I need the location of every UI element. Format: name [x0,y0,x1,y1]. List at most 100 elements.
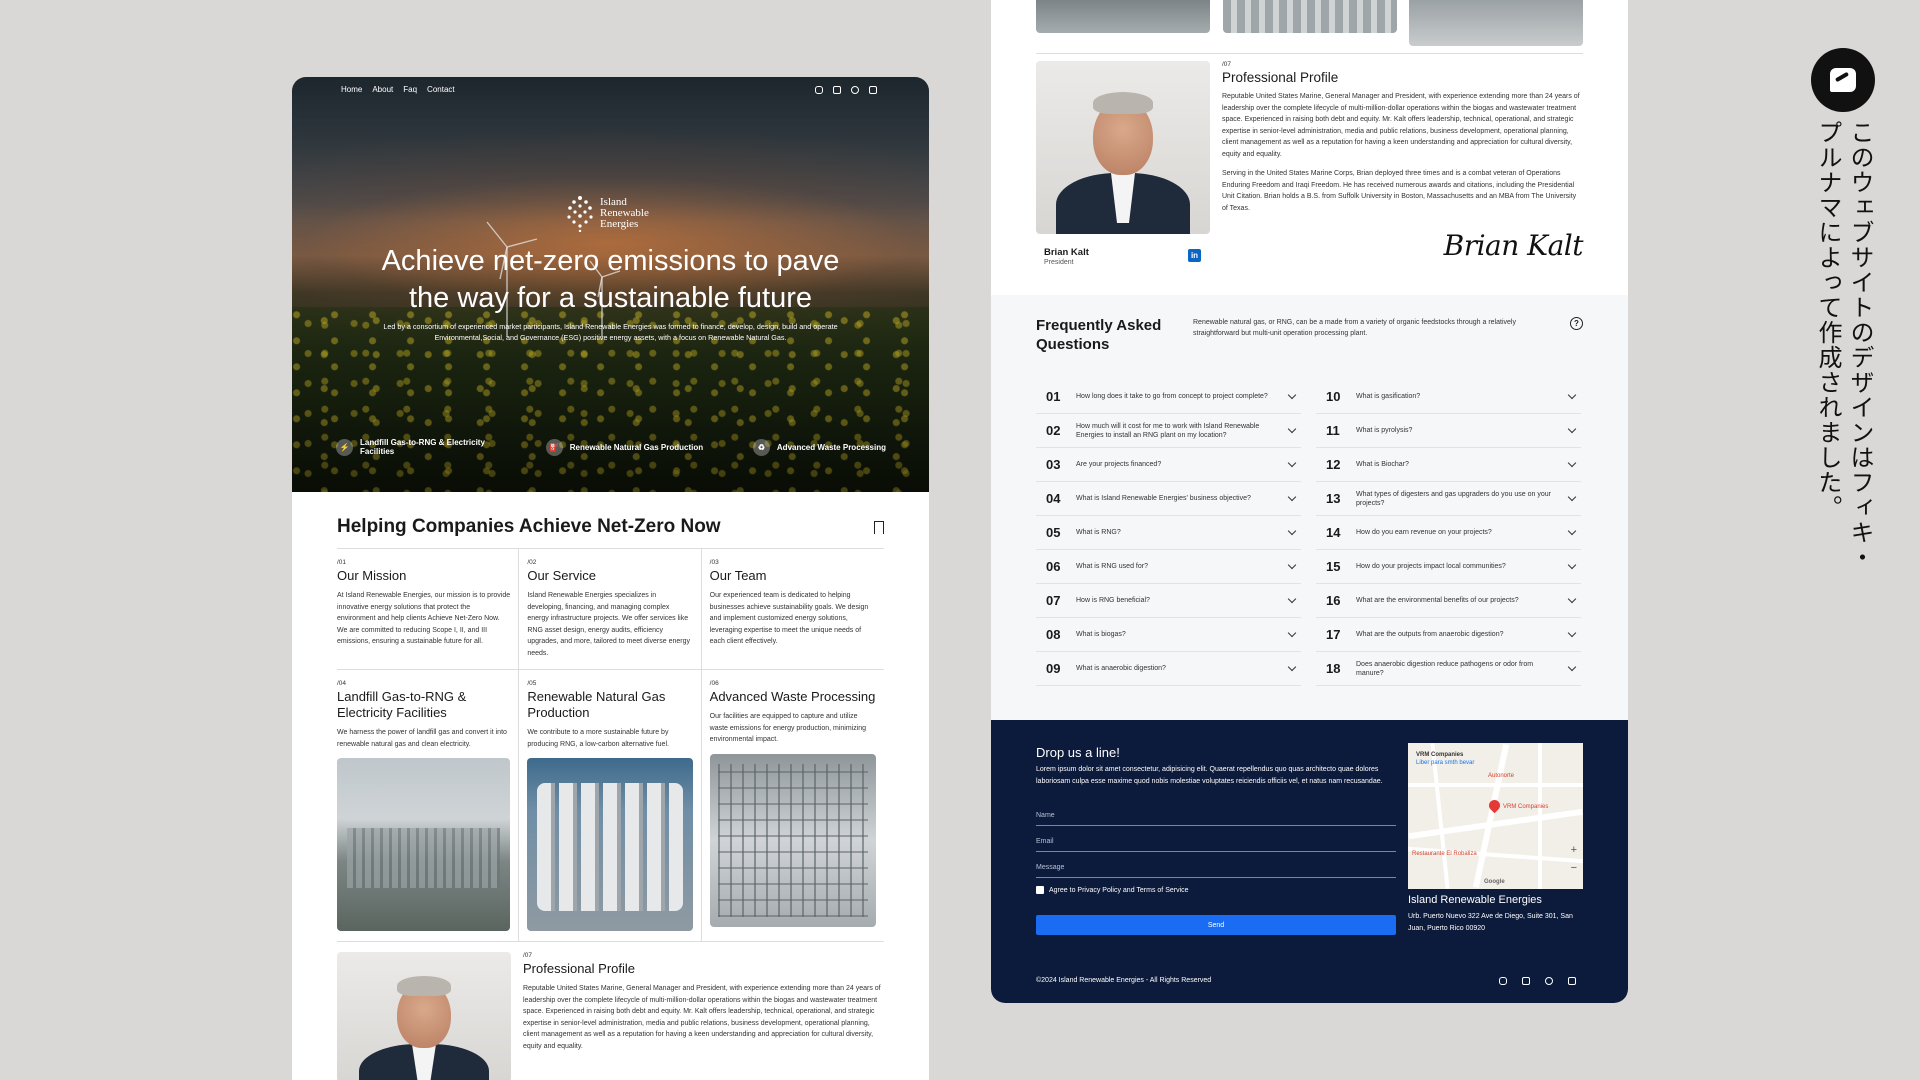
faq-item[interactable]: 16 What are the environmental benefits of… [1316,584,1581,618]
zoom-in-button[interactable]: + [1571,841,1577,859]
hero-features: ⚡ Landfill Gas-to-RNG & Electricity Faci… [336,438,886,456]
top-image-strip [1036,0,1583,46]
footer-social-links [1499,977,1576,985]
signature: Brian Kalt [1443,229,1584,262]
faq-item[interactable]: 18 Does anaerobic digestion reduce pathog… [1316,652,1581,686]
rng-tanks-image [527,758,693,931]
hero-title: Achieve net-zero emissions to pave the w… [381,245,840,314]
chevron-down-icon [1287,628,1297,638]
twitter-icon[interactable] [1545,977,1553,985]
website-preview-left: Home About Faq Contact Island Renewable … [292,77,929,1080]
faq-item[interactable]: 03 Are your projects financed? [1036,448,1301,482]
nav-about[interactable]: About [372,85,393,94]
send-button[interactable]: Send [1036,915,1396,935]
faq-item[interactable]: 15 How do your projects impact local comm… [1316,550,1581,584]
facility-image-3 [1409,0,1583,46]
faq-column-2: 10 What is gasification? 11 What is pyroly… [1316,380,1581,686]
faq-column-1: 01 How long does it take to go from conce… [1036,380,1301,686]
location-map[interactable]: VRM Companies Liber para smth bevar Auto… [1408,743,1583,889]
info-cards-row1: /01 Our Mission At Island Renewable Ener… [337,549,884,669]
map-pin-label: VRM Companies [1503,804,1549,810]
top-nav: Home About Faq Contact [341,85,455,94]
profile-paragraph-1: Reputable United States Marine, General … [1222,93,1580,158]
instagram-icon[interactable] [815,86,823,94]
map-poi-restaurant: Restaurante El Robaliza [1412,851,1477,857]
nav-contact[interactable]: Contact [427,85,455,94]
landfill-facility-image [337,758,511,931]
map-poi-autonorte: Autonorte [1488,773,1515,779]
chevron-down-icon [1287,492,1297,502]
chevron-down-icon [1287,458,1297,468]
section-title: Helping Companies Achieve Net-Zero Now [337,516,721,537]
instagram-icon[interactable] [1499,977,1507,985]
company-address: Urb. Puerto Nuevo 322 Ave de Diego, Suit… [1408,913,1573,932]
chevron-down-icon [1567,390,1577,400]
feature-landfill: ⚡ Landfill Gas-to-RNG & Electricity Faci… [336,438,496,456]
profile-role: President [1044,259,1074,266]
linkedin-icon[interactable] [1568,977,1576,985]
logo-dots-icon [567,196,593,232]
nav-faq[interactable]: Faq [403,85,417,94]
faq-item[interactable]: 10 What is gasification? [1316,380,1581,414]
agree-checkbox[interactable] [1036,886,1044,894]
brian-kalt-portrait [1036,61,1210,234]
faq-item[interactable]: 14 How do you earn revenue on your projec… [1316,516,1581,550]
name-field[interactable]: Name [1036,812,1396,826]
faq-item[interactable]: 04 What is Island Renewable Energies' bus… [1036,482,1301,516]
linkedin-icon[interactable] [869,86,877,94]
card-waste: /06 Advanced Waste Processing Our facili… [702,670,884,941]
faq-item[interactable]: 13 What types of digesters and gas upgrad… [1316,482,1581,516]
contact-title: Drop us a line! [1036,745,1120,760]
faq-item[interactable]: 09 What is anaerobic digestion? [1036,652,1301,686]
hero-section: Home About Faq Contact Island Renewable … [292,77,929,492]
copyright: ©2024 Island Renewable Energies - All Ri… [1036,977,1212,984]
chevron-down-icon [1567,594,1577,604]
profile-title: Professional Profile [523,961,635,976]
designer-credit: このウェブサイトのデザインはフィキ・プルナマによって作成されました。 [1814,120,1874,570]
facility-image-1 [1036,0,1210,33]
faq-section: Frequently Asked Questions Renewable nat… [991,295,1628,720]
recycle-icon: ♻ [752,438,770,456]
card-rng: /05 Renewable Natural Gas Production We … [519,670,702,941]
bookmark-icon[interactable] [874,520,884,534]
chevron-down-icon [1567,526,1577,536]
help-icon[interactable]: ? [1570,317,1583,330]
faq-item[interactable]: 17 What are the outputs from anaerobic di… [1316,618,1581,652]
nav-home[interactable]: Home [341,85,362,94]
message-field[interactable]: Message [1036,864,1396,878]
map-zoom-controls: + − [1571,841,1577,877]
faq-description: Renewable natural gas, or RNG, can be a … [1193,319,1516,337]
chevron-down-icon [1567,458,1577,468]
faq-item[interactable]: 08 What is biogas? [1036,618,1301,652]
twitter-icon[interactable] [851,86,859,94]
faq-item[interactable]: 02 How much will it cost for me to work w… [1036,414,1301,448]
profile-name: Brian Kalt [1044,247,1089,258]
facebook-icon[interactable] [1522,977,1530,985]
agree-checkbox-row[interactable]: Agree to Privacy Policy and Terms of Ser… [1036,886,1189,894]
main-content: Helping Companies Achieve Net-Zero Now /… [292,516,929,1080]
chevron-down-icon [1287,390,1297,400]
feature-waste: ♻ Advanced Waste Processing [752,438,886,456]
linkedin-icon[interactable]: in [1188,249,1201,262]
facebook-icon[interactable] [833,86,841,94]
info-cards-row2: /04 Landfill Gas-to-RNG & Electricity Fa… [337,670,884,941]
faq-item[interactable]: 12 What is Biochar? [1316,448,1581,482]
fuel-icon: ⛽ [545,438,563,456]
feature-rng: ⛽ Renewable Natural Gas Production [545,438,703,456]
faq-item[interactable]: 05 What is RNG? [1036,516,1301,550]
profile-text: Reputable United States Marine, General … [523,985,881,1050]
faq-item[interactable]: 01 How long does it take to go from conce… [1036,380,1301,414]
contact-description: Lorem ipsum dolor sit amet consectetur, … [1036,766,1383,785]
company-logo[interactable]: Island Renewable Energies [566,194,649,232]
faq-item[interactable]: 06 What is RNG used for? [1036,550,1301,584]
google-logo: Google [1484,879,1505,885]
logo-text-line1: Island [600,195,627,208]
faq-item[interactable]: 11 What is pyrolysis? [1316,414,1581,448]
profile-section-left: /07 Professional Profile Reputable Unite… [337,942,884,1080]
faq-item[interactable]: 07 How is RNG beneficial? [1036,584,1301,618]
profile-paragraph-2: Serving in the United States Marine Corp… [1222,170,1577,212]
zoom-out-button[interactable]: − [1571,859,1577,877]
chevron-down-icon [1567,492,1577,502]
card-mission: /01 Our Mission At Island Renewable Ener… [337,549,520,669]
email-field[interactable]: Email [1036,838,1396,852]
